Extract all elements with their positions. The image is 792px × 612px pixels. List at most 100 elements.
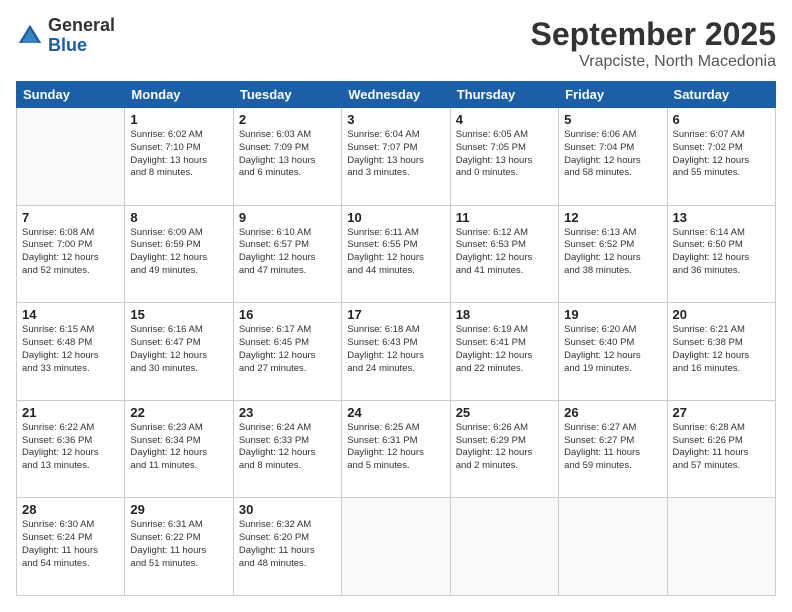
day-number: 16 <box>239 307 336 322</box>
calendar-cell: 28 Sunrise: 6:30 AM Sunset: 6:24 PM Dayli… <box>17 498 125 596</box>
calendar-cell: 19 Sunrise: 6:20 AM Sunset: 6:40 PM Dayli… <box>559 303 667 401</box>
day-info: Sunrise: 6:22 AM Sunset: 6:36 PM Dayligh… <box>22 422 119 473</box>
day-number: 29 <box>130 502 227 517</box>
day-info: Sunrise: 6:24 AM Sunset: 6:33 PM Dayligh… <box>239 422 336 473</box>
calendar-cell: 26 Sunrise: 6:27 AM Sunset: 6:27 PM Dayli… <box>559 400 667 498</box>
calendar-cell: 10 Sunrise: 6:11 AM Sunset: 6:55 PM Dayli… <box>342 205 450 303</box>
day-info: Sunrise: 6:05 AM Sunset: 7:05 PM Dayligh… <box>456 129 553 180</box>
day-info: Sunrise: 6:02 AM Sunset: 7:10 PM Dayligh… <box>130 129 227 180</box>
calendar-cell: 6Sunrise: 6:07 AM Sunset: 7:02 PM Daylig… <box>667 108 775 206</box>
calendar-cell: 15 Sunrise: 6:16 AM Sunset: 6:47 PM Dayli… <box>125 303 233 401</box>
day-info: Sunrise: 6:31 AM Sunset: 6:22 PM Dayligh… <box>130 519 227 570</box>
calendar-cell: 13 Sunrise: 6:14 AM Sunset: 6:50 PM Dayli… <box>667 205 775 303</box>
col-friday: Friday <box>559 82 667 108</box>
day-info: Sunrise: 6:21 AM Sunset: 6:38 PM Dayligh… <box>673 324 770 375</box>
calendar-cell: 22 Sunrise: 6:23 AM Sunset: 6:34 PM Dayli… <box>125 400 233 498</box>
calendar-week-row: 7 Sunrise: 6:08 AM Sunset: 7:00 PM Daylig… <box>17 205 776 303</box>
calendar-cell: 23 Sunrise: 6:24 AM Sunset: 6:33 PM Dayli… <box>233 400 341 498</box>
day-info: Sunrise: 6:08 AM Sunset: 7:00 PM Dayligh… <box>22 227 119 278</box>
day-info: Sunrise: 6:07 AM Sunset: 7:02 PM Dayligh… <box>673 129 770 180</box>
day-info: Sunrise: 6:20 AM Sunset: 6:40 PM Dayligh… <box>564 324 661 375</box>
day-number: 21 <box>22 405 119 420</box>
day-number: 2 <box>239 112 336 127</box>
day-number: 10 <box>347 210 444 225</box>
day-info: Sunrise: 6:25 AM Sunset: 6:31 PM Dayligh… <box>347 422 444 473</box>
calendar-header-row: Sunday Monday Tuesday Wednesday Thursday… <box>17 82 776 108</box>
calendar-table: Sunday Monday Tuesday Wednesday Thursday… <box>16 81 776 596</box>
day-info: Sunrise: 6:27 AM Sunset: 6:27 PM Dayligh… <box>564 422 661 473</box>
day-number: 19 <box>564 307 661 322</box>
day-info: Sunrise: 6:12 AM Sunset: 6:53 PM Dayligh… <box>456 227 553 278</box>
calendar-cell: 5 Sunrise: 6:06 AM Sunset: 7:04 PM Daylig… <box>559 108 667 206</box>
day-info: Sunrise: 6:32 AM Sunset: 6:20 PM Dayligh… <box>239 519 336 570</box>
day-number: 23 <box>239 405 336 420</box>
day-info: Sunrise: 6:15 AM Sunset: 6:48 PM Dayligh… <box>22 324 119 375</box>
day-info: Sunrise: 6:16 AM Sunset: 6:47 PM Dayligh… <box>130 324 227 375</box>
day-info: Sunrise: 6:28 AM Sunset: 6:26 PM Dayligh… <box>673 422 770 473</box>
day-number: 1 <box>130 112 227 127</box>
calendar-cell: 17Sunrise: 6:18 AM Sunset: 6:43 PM Dayli… <box>342 303 450 401</box>
month-title: September 2025 <box>531 16 776 53</box>
day-info: Sunrise: 6:09 AM Sunset: 6:59 PM Dayligh… <box>130 227 227 278</box>
day-number: 22 <box>130 405 227 420</box>
calendar-week-row: 1 Sunrise: 6:02 AM Sunset: 7:10 PM Daylig… <box>17 108 776 206</box>
day-number: 27 <box>673 405 770 420</box>
day-number: 26 <box>564 405 661 420</box>
calendar-cell: 14 Sunrise: 6:15 AM Sunset: 6:48 PM Dayli… <box>17 303 125 401</box>
logo: General Blue <box>16 16 115 56</box>
page-header: General Blue September 2025 Vrapciste, N… <box>16 16 776 71</box>
day-number: 28 <box>22 502 119 517</box>
logo-icon <box>16 22 44 50</box>
day-info: Sunrise: 6:26 AM Sunset: 6:29 PM Dayligh… <box>456 422 553 473</box>
day-number: 3 <box>347 112 444 127</box>
day-info: Sunrise: 6:04 AM Sunset: 7:07 PM Dayligh… <box>347 129 444 180</box>
calendar-cell: 2 Sunrise: 6:03 AM Sunset: 7:09 PM Daylig… <box>233 108 341 206</box>
day-info: Sunrise: 6:23 AM Sunset: 6:34 PM Dayligh… <box>130 422 227 473</box>
day-info: Sunrise: 6:30 AM Sunset: 6:24 PM Dayligh… <box>22 519 119 570</box>
day-number: 4 <box>456 112 553 127</box>
day-info: Sunrise: 6:10 AM Sunset: 6:57 PM Dayligh… <box>239 227 336 278</box>
location-title: Vrapciste, North Macedonia <box>531 53 776 71</box>
day-info: Sunrise: 6:03 AM Sunset: 7:09 PM Dayligh… <box>239 129 336 180</box>
day-number: 30 <box>239 502 336 517</box>
calendar-cell: 1 Sunrise: 6:02 AM Sunset: 7:10 PM Daylig… <box>125 108 233 206</box>
calendar-cell: 4 Sunrise: 6:05 AM Sunset: 7:05 PM Daylig… <box>450 108 558 206</box>
calendar-cell: 18 Sunrise: 6:19 AM Sunset: 6:41 PM Dayli… <box>450 303 558 401</box>
day-number: 15 <box>130 307 227 322</box>
logo-text: General Blue <box>48 16 115 56</box>
calendar-cell <box>342 498 450 596</box>
calendar-cell: 20Sunrise: 6:21 AM Sunset: 6:38 PM Dayli… <box>667 303 775 401</box>
day-info: Sunrise: 6:14 AM Sunset: 6:50 PM Dayligh… <box>673 227 770 278</box>
calendar-cell: 16 Sunrise: 6:17 AM Sunset: 6:45 PM Dayli… <box>233 303 341 401</box>
day-number: 5 <box>564 112 661 127</box>
day-number: 12 <box>564 210 661 225</box>
day-number: 18 <box>456 307 553 322</box>
day-number: 8 <box>130 210 227 225</box>
day-number: 14 <box>22 307 119 322</box>
calendar-cell: 21 Sunrise: 6:22 AM Sunset: 6:36 PM Dayli… <box>17 400 125 498</box>
day-info: Sunrise: 6:19 AM Sunset: 6:41 PM Dayligh… <box>456 324 553 375</box>
calendar-cell <box>559 498 667 596</box>
day-number: 11 <box>456 210 553 225</box>
day-number: 13 <box>673 210 770 225</box>
calendar-cell: 8 Sunrise: 6:09 AM Sunset: 6:59 PM Daylig… <box>125 205 233 303</box>
calendar-cell: 29 Sunrise: 6:31 AM Sunset: 6:22 PM Dayli… <box>125 498 233 596</box>
day-number: 24 <box>347 405 444 420</box>
day-info: Sunrise: 6:13 AM Sunset: 6:52 PM Dayligh… <box>564 227 661 278</box>
day-info: Sunrise: 6:11 AM Sunset: 6:55 PM Dayligh… <box>347 227 444 278</box>
calendar-cell: 3 Sunrise: 6:04 AM Sunset: 7:07 PM Daylig… <box>342 108 450 206</box>
calendar-cell: 12 Sunrise: 6:13 AM Sunset: 6:52 PM Dayli… <box>559 205 667 303</box>
day-info: Sunrise: 6:18 AM Sunset: 6:43 PM Dayligh… <box>347 324 444 375</box>
calendar-cell: 24 Sunrise: 6:25 AM Sunset: 6:31 PM Dayli… <box>342 400 450 498</box>
col-wednesday: Wednesday <box>342 82 450 108</box>
day-info: Sunrise: 6:06 AM Sunset: 7:04 PM Dayligh… <box>564 129 661 180</box>
day-number: 9 <box>239 210 336 225</box>
col-saturday: Saturday <box>667 82 775 108</box>
day-number: 25 <box>456 405 553 420</box>
day-info: Sunrise: 6:17 AM Sunset: 6:45 PM Dayligh… <box>239 324 336 375</box>
calendar-cell: 27 Sunrise: 6:28 AM Sunset: 6:26 PM Dayli… <box>667 400 775 498</box>
col-thursday: Thursday <box>450 82 558 108</box>
day-number: 7 <box>22 210 119 225</box>
calendar-cell: 11 Sunrise: 6:12 AM Sunset: 6:53 PM Dayli… <box>450 205 558 303</box>
col-monday: Monday <box>125 82 233 108</box>
